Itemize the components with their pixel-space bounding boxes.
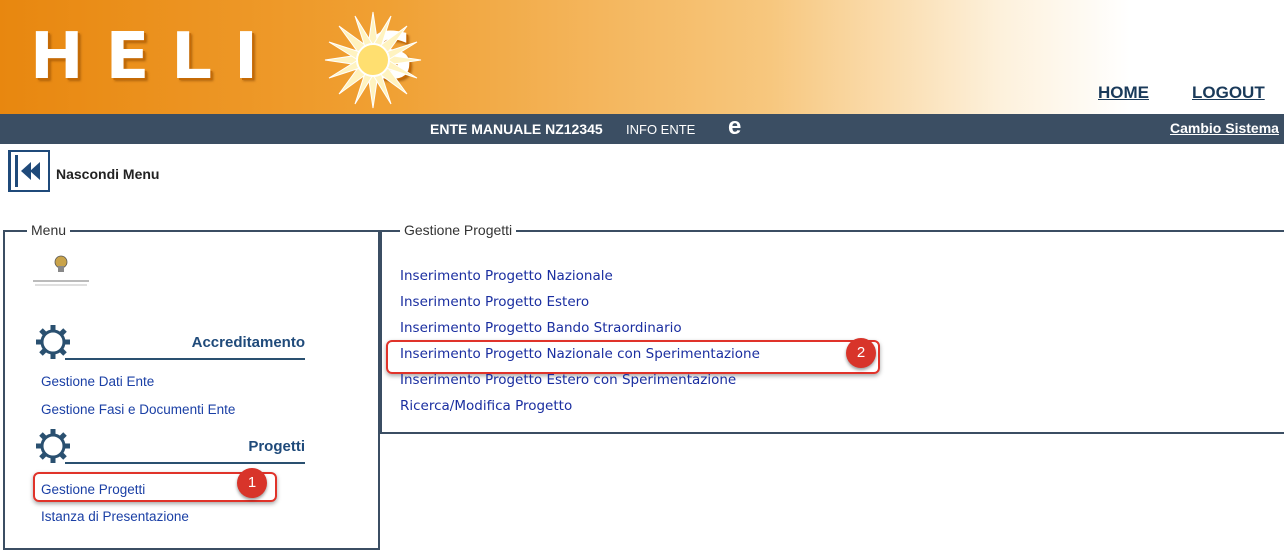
link-inserimento-estero[interactable]: Inserimento Progetto Estero bbox=[400, 294, 589, 310]
section-progetti: Progetti bbox=[35, 426, 305, 466]
section-title-progetti: Progetti bbox=[248, 438, 305, 455]
link-inserimento-estero-sperimentazione[interactable]: Inserimento Progetto Estero con Sperimen… bbox=[400, 372, 736, 388]
e-icon[interactable]: e bbox=[728, 115, 741, 139]
gestione-progetti-panel: Gestione Progetti Inserimento Progetto N… bbox=[380, 222, 1284, 434]
section-divider bbox=[65, 358, 305, 360]
sun-logo-icon bbox=[324, 11, 422, 109]
section-divider bbox=[65, 462, 305, 464]
logo-text-left: HELI bbox=[30, 20, 280, 94]
menu-link-istanza-presentazione[interactable]: Istanza di Presentazione bbox=[41, 509, 189, 524]
header-banner: HELIS HOME L bbox=[0, 0, 1284, 114]
menu-link-gestione-dati-ente[interactable]: Gestione Dati Ente bbox=[41, 374, 154, 389]
government-crest-icon bbox=[33, 255, 89, 286]
info-ente-label: INFO ENTE bbox=[626, 122, 696, 137]
step-badge-2: 2 bbox=[846, 338, 876, 368]
step-badge-1: 1 bbox=[237, 468, 267, 498]
gear-icon bbox=[36, 429, 70, 463]
link-inserimento-bando-straordinario[interactable]: Inserimento Progetto Bando Straordinario bbox=[400, 320, 682, 336]
link-ricerca-modifica-progetto[interactable]: Ricerca/Modifica Progetto bbox=[400, 398, 572, 414]
logout-link[interactable]: LOGOUT bbox=[1192, 83, 1265, 103]
cambio-sistema-link[interactable]: Cambio Sistema bbox=[1170, 120, 1279, 136]
menu-link-gestione-fasi-documenti[interactable]: Gestione Fasi e Documenti Ente bbox=[41, 402, 235, 417]
home-link[interactable]: HOME bbox=[1098, 83, 1149, 103]
ente-name: ENTE MANUALE NZ12345 bbox=[430, 121, 603, 137]
menu-legend: Menu bbox=[27, 222, 71, 238]
section-accreditamento: Accreditamento bbox=[35, 322, 305, 362]
section-title-accreditamento: Accreditamento bbox=[191, 334, 305, 351]
menu-panel: Menu Accreditamento Gestione Dati Ente G… bbox=[3, 222, 380, 550]
gear-icon bbox=[36, 325, 70, 359]
link-inserimento-nazionale[interactable]: Inserimento Progetto Nazionale bbox=[400, 268, 613, 284]
double-chevron-left-icon bbox=[15, 155, 40, 187]
gestione-progetti-legend: Gestione Progetti bbox=[400, 222, 517, 238]
menu-link-gestione-progetti[interactable]: Gestione Progetti bbox=[41, 482, 145, 497]
hide-menu-button[interactable] bbox=[8, 150, 50, 192]
link-inserimento-nazionale-sperimentazione[interactable]: Inserimento Progetto Nazionale con Speri… bbox=[400, 346, 760, 362]
ente-bar: ENTE MANUALE NZ12345 INFO ENTE e Cambio … bbox=[0, 114, 1284, 144]
hide-menu-label[interactable]: Nascondi Menu bbox=[56, 166, 159, 182]
